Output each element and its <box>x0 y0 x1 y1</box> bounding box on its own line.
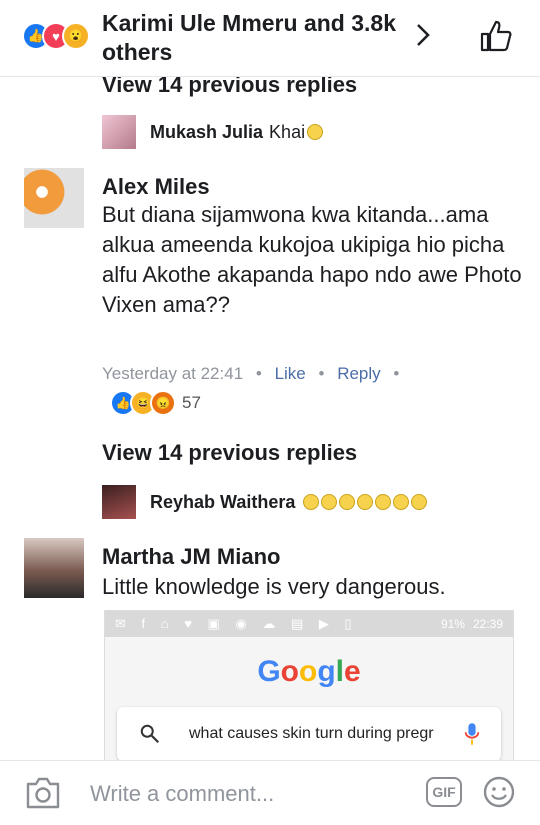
microphone-icon <box>464 723 480 745</box>
post-header: 👍 ♥ 😮 Karimi Ule Mmeru and 3.8k others <box>0 0 540 77</box>
laughing-emoji-icon <box>375 494 392 510</box>
reply-item[interactable]: Mukash Julia Khai <box>102 114 324 150</box>
reactors-summary[interactable]: Karimi Ule Mmeru and 3.8k others <box>102 9 402 67</box>
comments-thread: View 14 previous replies Mukash Julia Kh… <box>0 60 540 760</box>
angry-reaction-icon: 😠 <box>150 390 176 416</box>
camera-icon[interactable] <box>24 776 62 810</box>
view-previous-replies-link[interactable]: View 14 previous replies <box>102 440 357 466</box>
laughing-emoji-icon <box>357 494 374 510</box>
comment-text: Little knowledge is very dangerous. <box>102 574 446 599</box>
comment-author[interactable]: Martha JM Miano <box>102 544 280 570</box>
reaction-icons[interactable]: 👍 ♥ 😮 <box>22 22 102 50</box>
gif-button[interactable]: GIF <box>426 777 462 807</box>
separator-dot: • <box>393 364 400 383</box>
comment-timestamp: Yesterday at 22:41 <box>102 364 244 383</box>
reaction-count: 57 <box>182 393 201 412</box>
comment-reactions[interactable]: 👍 😆 😠 57 <box>110 390 201 416</box>
reply-author[interactable]: Mukash Julia <box>150 122 263 143</box>
search-query: what causes skin turn during pregr <box>189 725 434 742</box>
comment-input[interactable]: Write a comment... <box>90 781 274 807</box>
separator-dot: • <box>318 364 325 383</box>
status-time: 22:39 <box>472 617 503 631</box>
notification-icons: ✉ f ⌂ ♥ ▣ ◉ ☁ ▤ ▶ ▯ <box>115 616 358 631</box>
comment-reply-link[interactable]: Reply <box>337 364 380 383</box>
avatar[interactable] <box>24 168 84 228</box>
search-bar: what causes skin turn during pregr <box>117 707 501 760</box>
laughing-emoji-icon <box>321 494 338 510</box>
separator-dot: • <box>255 364 262 383</box>
comment-author[interactable]: Alex Miles <box>102 174 210 200</box>
comment-like-link[interactable]: Like <box>275 364 306 383</box>
avatar[interactable] <box>102 115 136 149</box>
laughing-emoji-icon <box>393 494 410 510</box>
laughing-emoji-icon <box>339 494 356 510</box>
comment-text: But diana sijamwona kwa kitanda...ama al… <box>102 202 522 317</box>
google-logo: Google <box>257 655 361 688</box>
comment-composer: Write a comment... GIF <box>0 760 540 825</box>
chevron-right-icon[interactable] <box>408 20 438 50</box>
reply-item[interactable]: Reyhab Waithera <box>102 484 428 520</box>
reply-author[interactable]: Reyhab Waithera <box>150 492 295 513</box>
laughing-emoji-icon <box>303 494 320 510</box>
comment-meta: Yesterday at 22:41 • Like • Reply • <box>102 364 407 384</box>
avatar[interactable] <box>24 538 84 598</box>
search-icon <box>140 724 160 744</box>
avatar[interactable] <box>102 485 136 519</box>
wow-reaction-icon: 😮 <box>62 22 90 50</box>
laughing-emoji-icon <box>411 494 428 510</box>
reply-text: Khai <box>269 121 306 142</box>
phone-status-bar: ✉ f ⌂ ♥ ▣ ◉ ☁ ▤ ▶ ▯ 91% 22:39 <box>105 611 513 637</box>
sticker-icon[interactable] <box>482 775 516 809</box>
battery-level: 91% <box>440 617 465 631</box>
like-button[interactable] <box>478 18 514 54</box>
attached-screenshot[interactable]: ✉ f ⌂ ♥ ▣ ◉ ☁ ▤ ▶ ▯ 91% 22:39 Google wha… <box>104 610 514 760</box>
laughing-emoji-icon <box>307 124 324 140</box>
